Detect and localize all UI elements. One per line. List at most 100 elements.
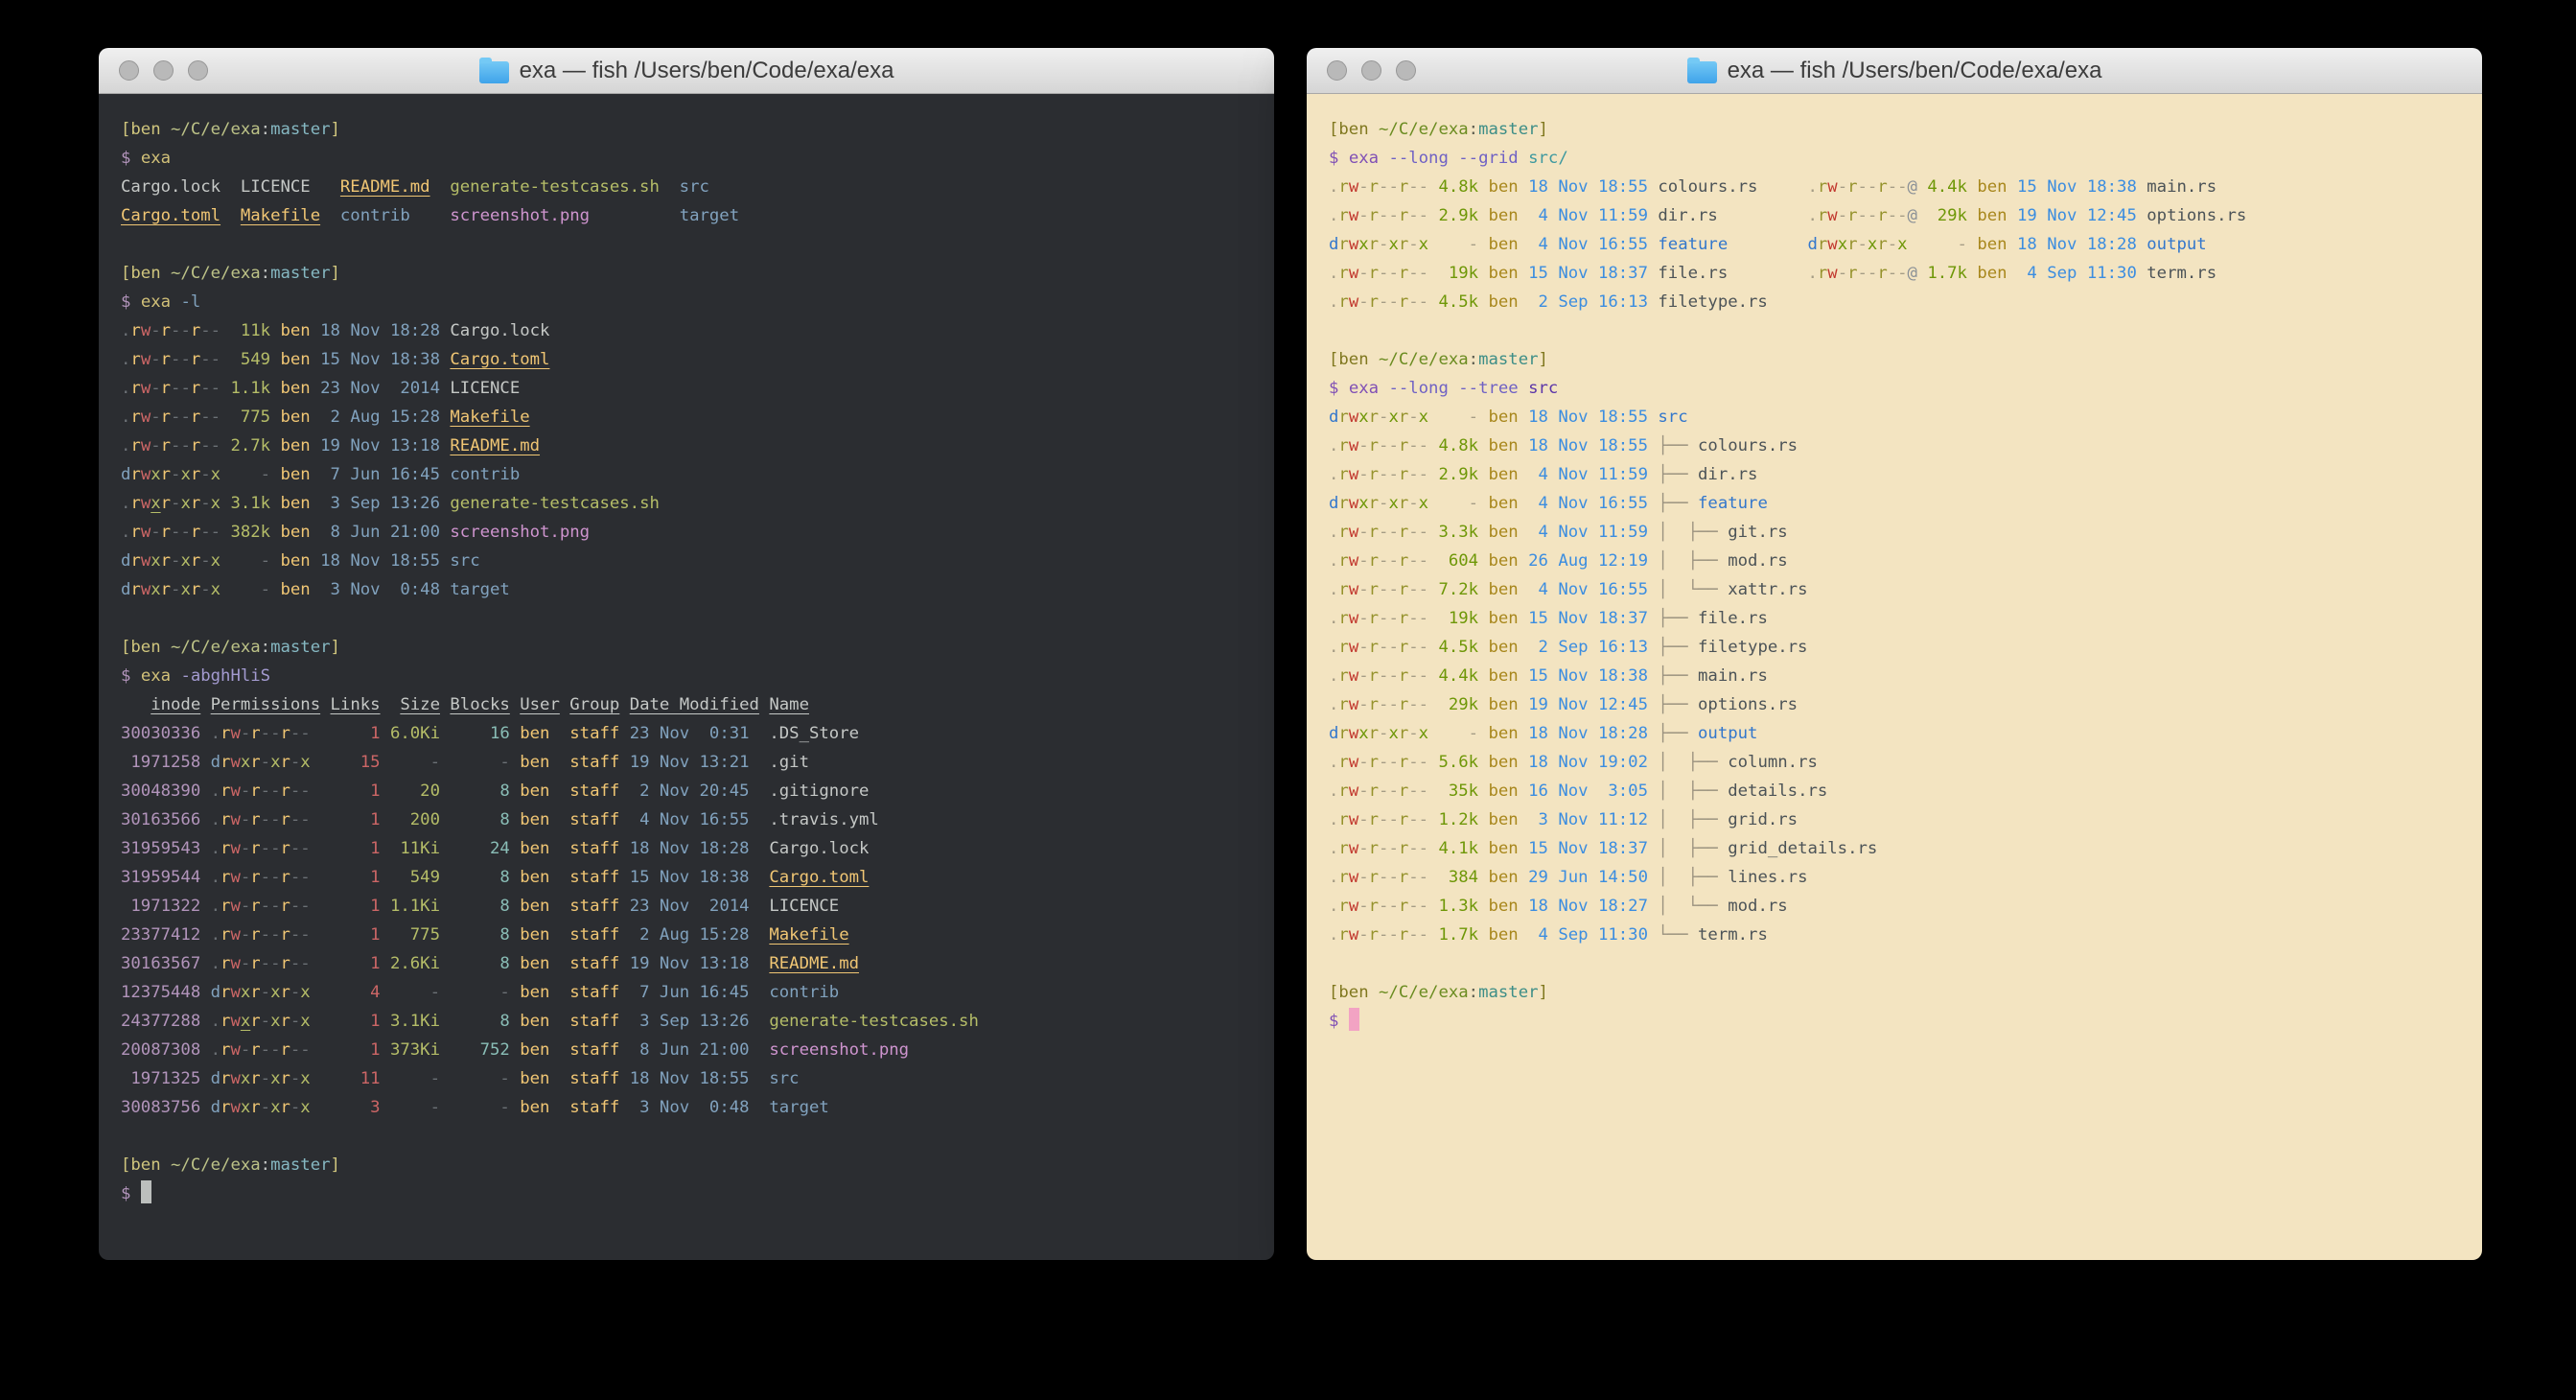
terminal-text xyxy=(2007,264,2017,283)
permission-bit: w xyxy=(1349,753,1358,772)
terminal-text xyxy=(1648,465,1658,484)
title-bar[interactable]: exa — fish /Users/ben/Code/exa/exa xyxy=(1307,48,2482,94)
permission-bit: r xyxy=(1369,494,1379,513)
terminal-content[interactable]: [ben ~/C/e/exa:master]$ exaCargo.lock LI… xyxy=(99,94,1274,1260)
permission-bit: - xyxy=(180,523,190,542)
terminal-text xyxy=(619,810,629,829)
terminal-text: $ xyxy=(121,1184,141,1203)
terminal-text xyxy=(750,839,770,858)
permission-bit: x xyxy=(270,1012,280,1031)
terminal-text: 29k xyxy=(1927,206,1967,225)
permission-bit: w xyxy=(1349,609,1358,628)
permission-bit: - xyxy=(1868,177,1877,197)
terminal-text xyxy=(619,925,629,945)
permission-bit: r xyxy=(191,436,200,455)
terminal-text: exa xyxy=(1349,379,1379,398)
terminal-text xyxy=(381,983,390,1002)
terminal-text: 1 xyxy=(331,897,381,916)
permission-bit: - xyxy=(261,839,270,858)
permission-bit: - xyxy=(1379,609,1388,628)
close-button[interactable] xyxy=(119,60,139,81)
terminal-text xyxy=(619,753,629,772)
terminal-text xyxy=(440,868,450,887)
title-bar[interactable]: exa — fish /Users/ben/Code/exa/exa xyxy=(99,48,1274,94)
permission-bit: - xyxy=(1419,177,1428,197)
terminal-content[interactable]: [ben ~/C/e/exa:master]$ exa --long --gri… xyxy=(1307,94,2482,1260)
terminal-text: 23 Nov 2014 xyxy=(630,897,750,916)
terminal-text: : xyxy=(261,120,270,139)
terminal-text: 4 Sep 11:30 xyxy=(2017,264,2137,283)
terminal-text: ] xyxy=(331,264,340,283)
terminal-text: ben xyxy=(1977,264,2007,283)
terminal-text: 2.6Ki xyxy=(390,954,440,973)
permission-bit: - xyxy=(171,551,180,571)
zoom-button[interactable] xyxy=(188,60,208,81)
permission-bit: r xyxy=(1399,494,1408,513)
terminal-line xyxy=(121,1122,1274,1151)
permission-bit: r xyxy=(280,839,290,858)
permission-bit: - xyxy=(1358,782,1368,801)
permission-bit: x xyxy=(241,753,250,772)
permission-bit: - xyxy=(1379,839,1388,858)
terminal-text: 3 Nov 0:48 xyxy=(630,1098,750,1117)
terminal-text: 775 xyxy=(230,408,270,427)
permission-bit: - xyxy=(270,839,280,858)
permission-bit: x xyxy=(241,983,250,1002)
terminal-text xyxy=(381,1040,390,1060)
terminal-text: ben xyxy=(520,839,560,858)
permission-bit: r xyxy=(1338,782,1348,801)
permission-bit: . xyxy=(211,782,220,801)
permission-bit: x xyxy=(1388,494,1398,513)
permission-bit: w xyxy=(141,321,151,340)
permission-bit: - xyxy=(261,1012,270,1031)
permission-bit: - xyxy=(1408,810,1418,829)
terminal-text xyxy=(750,1069,770,1088)
terminal-text xyxy=(1519,379,1528,398)
permission-bit: - xyxy=(1358,264,1368,283)
permission-bit: - xyxy=(261,1040,270,1060)
permission-bit: - xyxy=(290,954,300,973)
terminal-text: 4 Nov 16:55 xyxy=(1528,494,1648,513)
close-button[interactable] xyxy=(1327,60,1347,81)
terminal-text xyxy=(440,810,450,829)
terminal-text: ben xyxy=(1489,292,1519,312)
permission-bit: - xyxy=(1388,782,1398,801)
terminal-text xyxy=(220,206,241,225)
zoom-button[interactable] xyxy=(1396,60,1416,81)
permission-bit: - xyxy=(1897,206,1907,225)
permission-bit: - xyxy=(1388,695,1398,714)
terminal-text: dir.rs xyxy=(1658,206,1717,225)
terminal-text: Cargo.lock xyxy=(769,839,869,858)
permission-bit: - xyxy=(1408,782,1418,801)
permission-bit: . xyxy=(121,379,130,398)
permission-bit: - xyxy=(290,1098,300,1117)
permission-bit: d xyxy=(1329,408,1338,427)
permission-bit: r xyxy=(1369,523,1379,542)
terminal-text xyxy=(1428,523,1438,542)
terminal-text xyxy=(1648,782,1658,801)
permission-bit: r xyxy=(1338,551,1348,571)
terminal-text: │ ├── xyxy=(1658,868,1728,887)
terminal-line: 20087308 .rw-r--r-- 1 373Ki 752 ben staf… xyxy=(121,1036,1274,1064)
terminal-text: Group xyxy=(569,695,619,714)
terminal-text xyxy=(410,206,451,225)
permission-bit: - xyxy=(1379,897,1388,916)
terminal-text: 4.5k xyxy=(1438,638,1478,657)
terminal-text: ben xyxy=(281,465,311,484)
terminal-text: ben xyxy=(281,321,311,340)
terminal-text: 19k xyxy=(1438,609,1478,628)
permission-bit: - xyxy=(200,523,210,542)
terminal-text xyxy=(440,379,450,398)
permission-bit: w xyxy=(1349,580,1358,599)
permission-bit: . xyxy=(211,925,220,945)
minimize-button[interactable] xyxy=(153,60,174,81)
terminal-text xyxy=(1519,782,1528,801)
terminal-text: - xyxy=(450,753,509,772)
terminal-text: ~/C/e/exa xyxy=(1379,983,1469,1002)
minimize-button[interactable] xyxy=(1361,60,1381,81)
terminal-line xyxy=(1329,949,2482,978)
permission-bit: - xyxy=(1388,839,1398,858)
terminal-text: 2.9k xyxy=(1438,465,1478,484)
permission-bit: - xyxy=(1388,551,1398,571)
terminal-text xyxy=(619,954,629,973)
